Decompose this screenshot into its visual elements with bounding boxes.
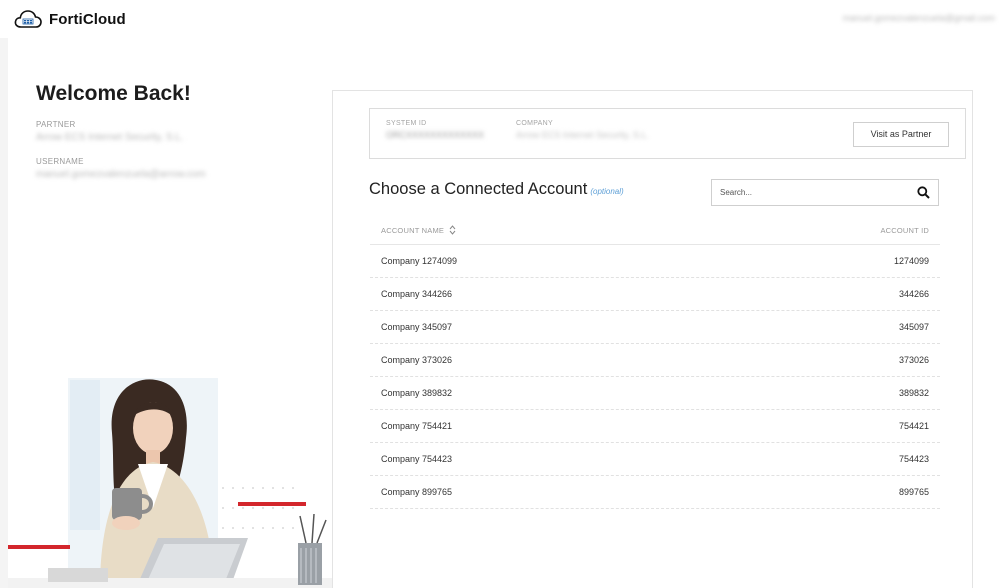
top-bar: FortiCloud manuel.gomezvalenzuela@gmail.… bbox=[0, 0, 1005, 38]
account-name-header-label: ACCOUNT NAME bbox=[381, 225, 445, 235]
hero-illustration bbox=[8, 338, 334, 588]
username-value: manuel.gomezvalenzuela@arrow.com bbox=[36, 169, 206, 180]
table-row[interactable]: Company 389832 389832 bbox=[370, 377, 940, 410]
system-id-field: SYSTEM ID ORCXXXXXXXXXXXXX bbox=[386, 120, 484, 140]
account-name: Company 754421 bbox=[381, 421, 453, 431]
account-card: SYSTEM ID ORCXXXXXXXXXXXXX COMPANY Arrow… bbox=[332, 90, 973, 588]
account-id: 344266 bbox=[898, 289, 929, 299]
account-id-header: ACCOUNT ID bbox=[880, 225, 929, 235]
account-name-header[interactable]: ACCOUNT NAME bbox=[381, 225, 456, 235]
search-box bbox=[711, 179, 939, 206]
account-name: Company 344266 bbox=[381, 289, 453, 299]
table-row[interactable]: Company 373026 373026 bbox=[370, 344, 940, 377]
welcome-title: Welcome Back! bbox=[36, 82, 191, 105]
account-id: 373026 bbox=[898, 355, 929, 365]
table-row[interactable]: Company 344266 344266 bbox=[370, 278, 940, 311]
account-name: Company 373026 bbox=[381, 355, 453, 365]
table-row[interactable]: Company 754423 754423 bbox=[370, 443, 940, 476]
app-name: FortiCloud bbox=[49, 10, 126, 28]
search-icon[interactable] bbox=[917, 186, 930, 199]
system-id-value: ORCXXXXXXXXXXXXX bbox=[386, 130, 485, 140]
account-name: Company 754423 bbox=[381, 454, 453, 464]
welcome-panel: Welcome Back! PARTNER Arrow ECS Internet… bbox=[36, 82, 316, 194]
account-name: Company 389832 bbox=[381, 388, 453, 398]
account-id: 899765 bbox=[898, 487, 929, 497]
visit-as-partner-button[interactable]: Visit as Partner bbox=[853, 122, 949, 147]
account-id: 345097 bbox=[898, 322, 929, 332]
account-id: 389832 bbox=[898, 388, 929, 398]
username-label: USERNAME bbox=[36, 157, 84, 166]
table-row[interactable]: Company 899765 899765 bbox=[370, 476, 940, 509]
choose-account-title: Choose a Connected Account (optional) bbox=[369, 180, 624, 199]
accounts-table: ACCOUNT NAME ACCOUNT ID Company 1274099 … bbox=[370, 216, 940, 509]
table-row[interactable]: Company 345097 345097 bbox=[370, 311, 940, 344]
account-id: 1274099 bbox=[893, 256, 929, 266]
choose-account-heading: Choose a Connected Account bbox=[369, 180, 588, 198]
main-content: Welcome Back! PARTNER Arrow ECS Internet… bbox=[8, 38, 1005, 588]
partner-value: Arrow ECS Internet Security, S.L. bbox=[36, 132, 184, 143]
company-field: COMPANY Arrow ECS Internet Security, S.L… bbox=[516, 120, 649, 140]
table-row[interactable]: Company 754421 754421 bbox=[370, 410, 940, 443]
system-id-label: SYSTEM ID bbox=[386, 120, 427, 127]
sort-icon[interactable] bbox=[449, 225, 456, 235]
optional-label: (optional) bbox=[590, 187, 624, 196]
table-header: ACCOUNT NAME ACCOUNT ID bbox=[370, 216, 940, 245]
account-name: Company 1274099 bbox=[381, 256, 458, 266]
partner-label: PARTNER bbox=[36, 120, 76, 129]
account-id: 754421 bbox=[898, 421, 929, 431]
account-name: Company 345097 bbox=[381, 322, 453, 332]
account-id: 754423 bbox=[898, 454, 929, 464]
company-value: Arrow ECS Internet Security, S.L. bbox=[516, 130, 649, 140]
search-input[interactable] bbox=[712, 180, 902, 205]
table-row[interactable]: Company 1274099 1274099 bbox=[370, 245, 940, 278]
user-email[interactable]: manuel.gomezvalenzuela@gmail.com bbox=[843, 13, 995, 23]
logo[interactable]: FortiCloud bbox=[14, 9, 126, 29]
system-info-box: SYSTEM ID ORCXXXXXXXXXXXXX COMPANY Arrow… bbox=[369, 108, 966, 159]
company-label: COMPANY bbox=[516, 120, 553, 127]
account-name: Company 899765 bbox=[381, 487, 453, 497]
cloud-logo-icon bbox=[14, 10, 42, 28]
